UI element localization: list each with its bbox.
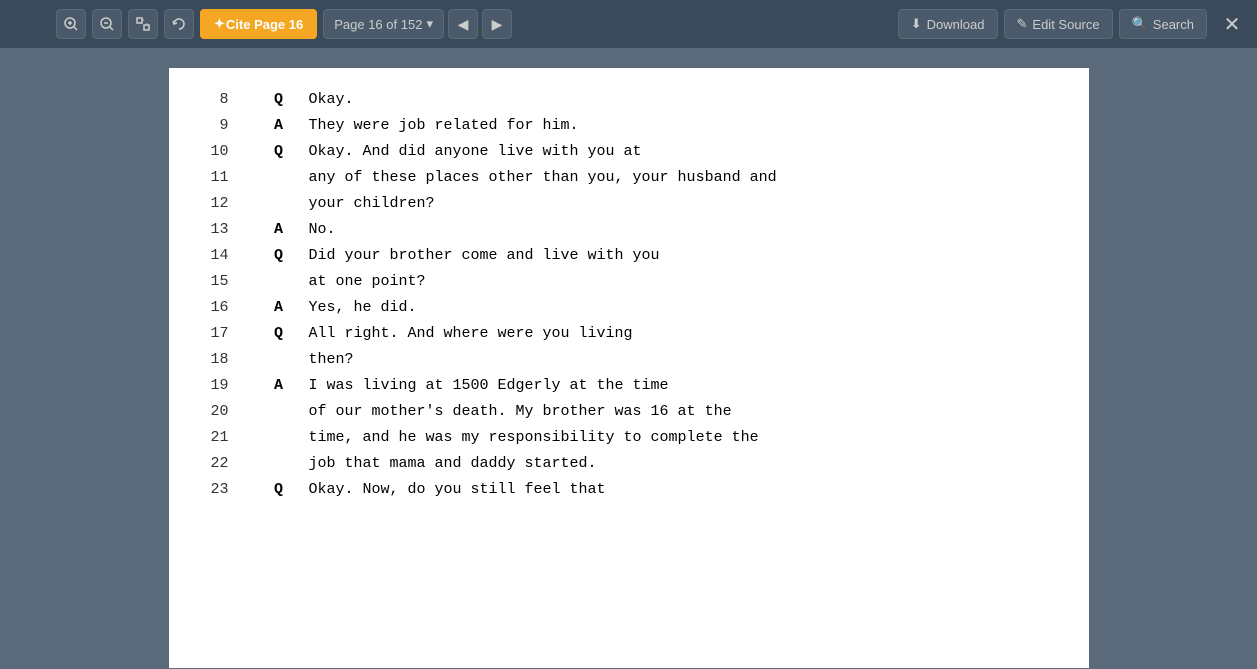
toolbar: ✦ Cite Page 16 Page 16 of 152 ▾ ◀ ▶ ⬇ Do… — [0, 0, 1257, 48]
document-page: 8QOkay.9AThey were job related for him.1… — [169, 68, 1089, 668]
content-area: 8QOkay.9AThey were job related for him.1… — [0, 48, 1257, 669]
line-speaker: Q — [249, 322, 309, 346]
line-number: 17 — [199, 322, 249, 346]
line-text: Okay. — [309, 88, 1059, 112]
line-number: 19 — [199, 374, 249, 398]
edit-source-button[interactable]: ✎ Edit Source — [1004, 9, 1113, 39]
search-label: Search — [1153, 17, 1194, 32]
prev-page-button[interactable]: ◀ — [448, 9, 478, 39]
line-text: of our mother's death. My brother was 16… — [309, 400, 1059, 424]
line-number: 10 — [199, 140, 249, 164]
edit-source-label: Edit Source — [1032, 17, 1099, 32]
line-text: any of these places other than you, your… — [309, 166, 1059, 190]
fit-page-button[interactable] — [128, 9, 158, 39]
line-number: 23 — [199, 478, 249, 502]
line-row: 13ANo. — [199, 218, 1059, 242]
line-text: All right. And where were you living — [309, 322, 1059, 346]
line-number: 21 — [199, 426, 249, 450]
line-number: 18 — [199, 348, 249, 372]
line-speaker: A — [249, 218, 309, 242]
close-button[interactable]: ✕ — [1217, 9, 1247, 39]
line-speaker: A — [249, 374, 309, 398]
line-number: 12 — [199, 192, 249, 216]
line-row: 22 job that mama and daddy started. — [199, 452, 1059, 476]
next-page-button[interactable]: ▶ — [482, 9, 512, 39]
line-speaker: Q — [249, 88, 309, 112]
edit-icon: ✎ — [1017, 16, 1028, 32]
line-row: 8QOkay. — [199, 88, 1059, 112]
line-number: 8 — [199, 88, 249, 112]
line-speaker: Q — [249, 478, 309, 502]
line-number: 20 — [199, 400, 249, 424]
chevron-down-icon: ▾ — [426, 16, 433, 32]
line-number: 15 — [199, 270, 249, 294]
line-text: Did your brother come and live with you — [309, 244, 1059, 268]
cite-label: Cite Page 16 — [226, 17, 303, 32]
line-row: 12 your children? — [199, 192, 1059, 216]
fit-icon — [136, 17, 150, 31]
line-row: 16AYes, he did. — [199, 296, 1059, 320]
line-row: 19AI was living at 1500 Edgerly at the t… — [199, 374, 1059, 398]
line-text: at one point? — [309, 270, 1059, 294]
line-number: 9 — [199, 114, 249, 138]
line-number: 22 — [199, 452, 249, 476]
line-speaker: Q — [249, 140, 309, 164]
line-row: 15 at one point? — [199, 270, 1059, 294]
page-nav-label: Page 16 of 152 — [334, 17, 422, 32]
zoom-out-icon — [100, 17, 114, 31]
line-row: 20 of our mother's death. My brother was … — [199, 400, 1059, 424]
cite-page-button[interactable]: ✦ Cite Page 16 — [200, 9, 317, 39]
line-text: job that mama and daddy started. — [309, 452, 1059, 476]
download-button[interactable]: ⬇ Download — [898, 9, 998, 39]
close-icon: ✕ — [1224, 12, 1241, 37]
line-text: then? — [309, 348, 1059, 372]
line-row: 21 time, and he was my responsibility to … — [199, 426, 1059, 450]
line-row: 9AThey were job related for him. — [199, 114, 1059, 138]
download-icon: ⬇ — [911, 16, 922, 32]
next-page-icon: ▶ — [492, 16, 503, 33]
zoom-out-button[interactable] — [92, 9, 122, 39]
line-row: 23QOkay. Now, do you still feel that — [199, 478, 1059, 502]
line-speaker: Q — [249, 244, 309, 268]
zoom-in-button[interactable] — [56, 9, 86, 39]
line-text: Okay. And did anyone live with you at — [309, 140, 1059, 164]
line-row: 17QAll right. And where were you living — [199, 322, 1059, 346]
line-text: Okay. Now, do you still feel that — [309, 478, 1059, 502]
line-text: No. — [309, 218, 1059, 242]
line-speaker: A — [249, 114, 309, 138]
line-row: 18 then? — [199, 348, 1059, 372]
search-button[interactable]: 🔍 Search — [1119, 9, 1207, 39]
search-icon: 🔍 — [1132, 16, 1148, 32]
zoom-in-icon — [64, 17, 78, 31]
rotate-button[interactable] — [164, 9, 194, 39]
line-row: 10QOkay. And did anyone live with you at — [199, 140, 1059, 164]
line-number: 13 — [199, 218, 249, 242]
line-number: 11 — [199, 166, 249, 190]
prev-page-icon: ◀ — [458, 16, 469, 33]
line-text: I was living at 1500 Edgerly at the time — [309, 374, 1059, 398]
line-number: 16 — [199, 296, 249, 320]
line-text: time, and he was my responsibility to co… — [309, 426, 1059, 450]
line-text: your children? — [309, 192, 1059, 216]
cite-icon: ✦ — [214, 16, 225, 32]
line-text: Yes, he did. — [309, 296, 1059, 320]
rotate-icon — [172, 17, 186, 31]
line-text: They were job related for him. — [309, 114, 1059, 138]
line-row: 14QDid your brother come and live with y… — [199, 244, 1059, 268]
download-label: Download — [927, 17, 985, 32]
line-number: 14 — [199, 244, 249, 268]
page-nav-dropdown[interactable]: Page 16 of 152 ▾ — [323, 9, 444, 39]
line-row: 11 any of these places other than you, yo… — [199, 166, 1059, 190]
line-speaker: A — [249, 296, 309, 320]
